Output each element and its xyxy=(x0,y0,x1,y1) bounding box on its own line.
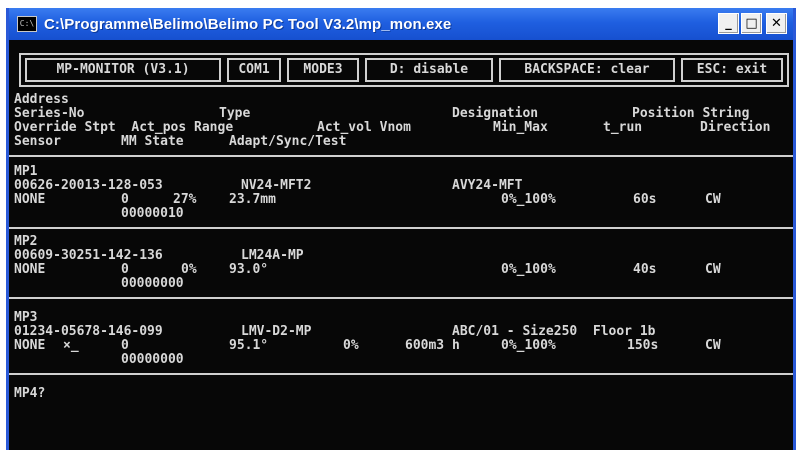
header-sensor: Sensor xyxy=(14,134,61,149)
device-t-run: 60s xyxy=(633,192,657,207)
window-controls: _ □ ✕ xyxy=(718,13,787,34)
device-t-run: 150s xyxy=(627,338,659,353)
header-override-stpt-actpos-range: Override Stpt Act_pos Range xyxy=(14,120,234,135)
device-override: NONE xyxy=(14,262,46,277)
header-min-max: Min_Max xyxy=(493,120,548,135)
device-range: 95.1° xyxy=(229,338,269,353)
device-address: MP2 xyxy=(14,234,38,249)
maximize-button[interactable]: □ xyxy=(741,13,762,34)
device-min-max: 0%_100% xyxy=(501,192,556,207)
device-serial: 01234-05678-146-099 xyxy=(14,324,163,339)
monitor-version-box: MP-MONITOR (V3.1) xyxy=(25,58,221,82)
device-stpt: 0 xyxy=(121,338,129,353)
device-state: 00000010 xyxy=(121,206,184,221)
device-serial: 00626-20013-128-053 xyxy=(14,178,163,193)
device-override: NONE xyxy=(14,192,46,207)
mode-box: MODE3 xyxy=(287,58,359,82)
title-bar[interactable]: C:\ C:\Programme\Belimo\Belimo PC Tool V… xyxy=(9,8,793,40)
console-icon[interactable]: C:\ xyxy=(17,16,37,32)
header-type: Type xyxy=(219,106,251,121)
device-address: MP3 xyxy=(14,310,38,325)
separator-line xyxy=(9,373,793,375)
device-range: 23.7mm xyxy=(229,192,276,207)
device-type: NV24-MFT2 xyxy=(241,178,312,193)
override-cursor: ×_ xyxy=(63,338,79,353)
next-device-prompt: MP4? xyxy=(14,386,46,401)
device-stpt: 0 xyxy=(121,262,129,277)
device-override: NONE xyxy=(14,338,46,353)
device-direction: CW xyxy=(705,338,721,353)
minimize-button[interactable]: _ xyxy=(718,13,739,34)
header-actvol-vnom: Act_vol Vnom xyxy=(317,120,411,135)
backspace-key-hint: BACKSPACE: clear xyxy=(499,58,675,82)
device-direction: CW xyxy=(705,192,721,207)
header-position-string: Position String xyxy=(632,106,750,121)
com-port-box: COM1 xyxy=(227,58,281,82)
device-stpt: 0 xyxy=(121,192,129,207)
device-type: LMV-D2-MP xyxy=(241,324,312,339)
device-state: 00000000 xyxy=(121,276,184,291)
monitor-menu-bar: MP-MONITOR (V3.1) COM1 MODE3 D: disable … xyxy=(19,53,789,87)
device-min-max: 0%_100% xyxy=(501,262,556,277)
device-direction: CW xyxy=(705,262,721,277)
device-act-pos: 27% xyxy=(173,192,197,207)
device-act-pos: 0% xyxy=(181,262,197,277)
device-designation: ABC/01 - Size250 Floor 1b xyxy=(452,324,656,339)
separator-line xyxy=(9,297,793,299)
header-mm-state: MM State xyxy=(121,134,184,149)
device-vnom: 600m3 h xyxy=(405,338,460,353)
header-t-run: t_run xyxy=(603,120,643,135)
disable-key-hint: D: disable xyxy=(365,58,493,82)
console-window: C:\ C:\Programme\Belimo\Belimo PC Tool V… xyxy=(6,8,796,450)
device-t-run: 40s xyxy=(633,262,657,277)
device-state: 00000000 xyxy=(121,352,184,367)
device-serial: 00609-30251-142-136 xyxy=(14,248,163,263)
header-adapt-sync-test: Adapt/Sync/Test xyxy=(229,134,347,149)
device-address: MP1 xyxy=(14,164,38,179)
device-min-max: 0%_100% xyxy=(501,338,556,353)
header-series-no: Series-No xyxy=(14,106,85,121)
separator-line xyxy=(9,155,793,157)
device-designation: AVY24-MFT xyxy=(452,178,523,193)
header-address: Address xyxy=(14,92,69,107)
escape-key-hint: ESC: exit xyxy=(681,58,783,82)
close-button[interactable]: ✕ xyxy=(766,13,787,34)
window-title: C:\Programme\Belimo\Belimo PC Tool V3.2\… xyxy=(44,15,452,33)
device-range: 93.0° xyxy=(229,262,269,277)
header-direction: Direction xyxy=(700,120,771,135)
device-type: LM24A-MP xyxy=(241,248,304,263)
device-act-vol: 0% xyxy=(343,338,359,353)
header-designation: Designation xyxy=(452,106,539,121)
separator-line xyxy=(9,227,793,229)
console-output[interactable]: MP-MONITOR (V3.1) COM1 MODE3 D: disable … xyxy=(9,40,793,450)
